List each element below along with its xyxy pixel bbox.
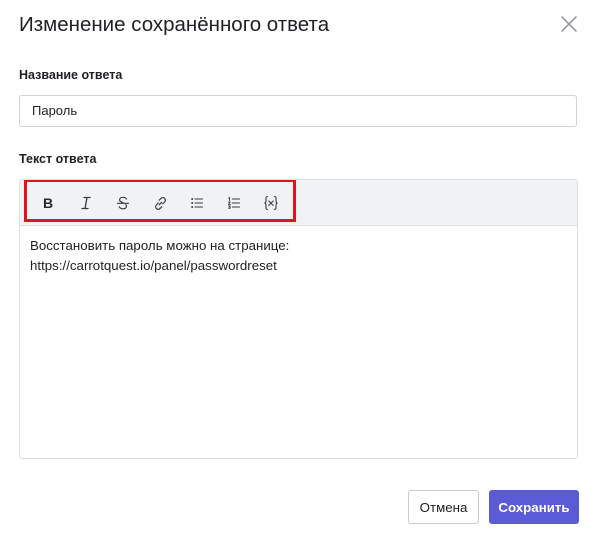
text-field-label: Текст ответа <box>19 152 97 166</box>
save-button[interactable]: Сохранить <box>489 490 579 524</box>
close-icon[interactable] <box>559 14 579 34</box>
edit-saved-reply-dialog: Изменение сохранённого ответа Название о… <box>0 0 595 538</box>
reply-text-line: https://carrotquest.io/panel/passwordres… <box>30 258 277 273</box>
dialog-title: Изменение сохранённого ответа <box>19 13 330 36</box>
reply-text-content[interactable]: Восстановить пароль можно на странице: h… <box>30 236 560 276</box>
name-field-label: Название ответа <box>19 68 123 82</box>
reply-text-editor: B Восстановить пароль можно на странице:… <box>19 179 578 459</box>
editor-toolbar: B <box>20 180 577 226</box>
reply-text-line: Восстановить пароль можно на странице: <box>30 238 290 253</box>
cancel-button[interactable]: Отмена <box>408 490 479 524</box>
toolbar-highlight-frame <box>24 180 296 222</box>
reply-name-input[interactable]: Пароль <box>19 95 577 127</box>
